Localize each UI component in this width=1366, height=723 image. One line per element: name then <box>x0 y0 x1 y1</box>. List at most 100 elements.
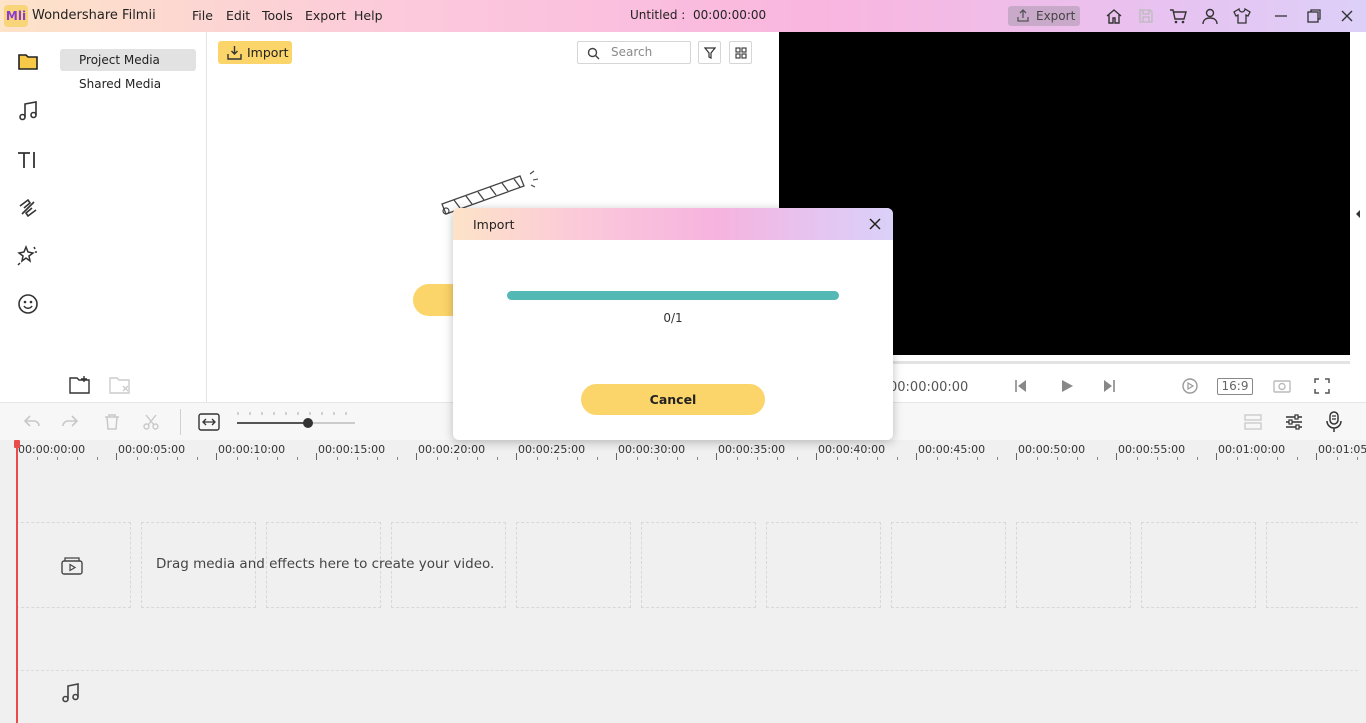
app-name: Wondershare Filmii <box>32 8 156 23</box>
filter-button[interactable] <box>698 41 721 64</box>
dialog-title: Import <box>473 217 515 232</box>
ruler-label: 00:00:00:00 <box>18 443 86 456</box>
restore-icon[interactable] <box>1305 7 1323 25</box>
download-icon <box>227 46 242 60</box>
zoom-slider-fill <box>237 422 308 424</box>
timeline-drop-hint: Drag media and effects here to create yo… <box>156 556 495 572</box>
snapshot-icon[interactable] <box>1273 377 1291 395</box>
search-placeholder: Search <box>611 45 653 59</box>
ruler-minor-tick <box>157 457 158 460</box>
ruler-major-tick <box>316 453 317 460</box>
ruler-minor-tick <box>1277 457 1278 460</box>
delete-folder-icon[interactable] <box>109 375 131 395</box>
track-slot <box>1141 522 1256 608</box>
ruler-minor-tick <box>637 457 638 460</box>
play-icon[interactable] <box>1059 378 1075 394</box>
ruler-minor-tick <box>1157 457 1158 460</box>
dialog-close-icon[interactable] <box>867 216 883 232</box>
transition-icon[interactable] <box>16 196 40 220</box>
track-manager-icon[interactable] <box>1243 412 1263 432</box>
menu-help[interactable]: Help <box>354 8 383 23</box>
import-button[interactable]: Import <box>218 41 292 64</box>
audio-mixer-icon[interactable] <box>1284 412 1304 432</box>
dialog-header: Import <box>453 208 893 240</box>
sticker-icon[interactable] <box>16 292 40 316</box>
aspect-ratio-button[interactable]: 16:9 <box>1217 378 1253 395</box>
search-input[interactable]: Search <box>577 41 691 64</box>
microphone-icon[interactable] <box>1324 411 1344 433</box>
import-media-button-partial[interactable] <box>413 284 453 316</box>
ruler-minor-tick <box>1197 457 1198 460</box>
render-preview-icon[interactable] <box>1181 377 1199 395</box>
upload-icon <box>1017 9 1029 22</box>
delete-icon[interactable] <box>103 413 121 431</box>
menu-file[interactable]: File <box>192 8 213 23</box>
ruler-minor-tick <box>897 457 898 460</box>
left-icon-rail <box>0 32 57 402</box>
ruler-minor-tick <box>1057 457 1058 460</box>
export-button[interactable]: Export <box>1008 6 1080 26</box>
close-icon[interactable] <box>1338 7 1356 25</box>
ruler-minor-tick <box>1097 457 1098 460</box>
audio-track[interactable] <box>16 670 1358 720</box>
menu-edit[interactable]: Edit <box>226 8 250 23</box>
shirt-icon[interactable] <box>1233 7 1251 25</box>
category-project-media[interactable]: Project Media <box>60 49 196 71</box>
menu-export[interactable]: Export <box>305 8 346 23</box>
collapse-panel-strip <box>1350 32 1366 402</box>
folder-icon[interactable] <box>16 50 40 74</box>
home-icon[interactable] <box>1105 7 1123 25</box>
category-shared-media[interactable]: Shared Media <box>60 73 196 95</box>
ruler-major-tick <box>1016 453 1017 460</box>
cart-icon[interactable] <box>1169 7 1187 25</box>
previous-frame-icon[interactable] <box>1013 378 1029 394</box>
video-track-icon <box>61 557 83 575</box>
minimize-icon[interactable] <box>1272 7 1290 25</box>
zoom-slider-handle[interactable] <box>302 418 313 428</box>
ruler-minor-tick <box>1297 457 1298 460</box>
ruler-label: 00:00:25:00 <box>518 443 586 456</box>
cancel-button[interactable]: Cancel <box>581 384 765 415</box>
effects-icon[interactable] <box>16 244 40 268</box>
text-icon[interactable] <box>16 148 40 172</box>
import-dialog: Import 0/1 Cancel <box>453 208 893 440</box>
ruler-minor-tick <box>77 457 78 460</box>
new-folder-icon[interactable] <box>69 375 91 395</box>
ruler-minor-tick <box>377 457 378 460</box>
ruler-major-tick <box>1216 453 1217 460</box>
preview-timecode: 00:00:00:00 <box>889 380 969 395</box>
ruler-minor-tick <box>37 457 38 460</box>
ruler-minor-tick <box>297 457 298 460</box>
track-slot <box>1016 522 1131 608</box>
import-button-label: Import <box>247 45 289 60</box>
account-icon[interactable] <box>1201 7 1219 25</box>
track-slot <box>891 522 1006 608</box>
ruler-major-tick <box>616 453 617 460</box>
playhead-handle[interactable] <box>14 440 20 448</box>
save-icon[interactable] <box>1137 7 1155 25</box>
next-frame-icon[interactable] <box>1101 378 1117 394</box>
ruler-minor-tick <box>1177 457 1178 460</box>
ruler-label: 00:00:10:00 <box>218 443 286 456</box>
grid-view-button[interactable] <box>729 41 752 64</box>
fit-timeline-icon[interactable] <box>198 412 220 432</box>
timeline-ruler[interactable]: 00:00:00:00 00:00:05:00 00:00:10:00 00:00:1… <box>0 440 1366 462</box>
ruler-major-tick <box>416 453 417 460</box>
zoom-slider[interactable] <box>237 418 355 428</box>
undo-icon[interactable] <box>23 413 41 431</box>
ruler-minor-tick <box>337 457 338 460</box>
playhead[interactable] <box>16 440 18 723</box>
scissors-icon[interactable] <box>142 413 160 431</box>
ruler-label: 00:00:35:00 <box>718 443 786 456</box>
import-count: 0/1 <box>663 311 683 325</box>
preview-progress-track[interactable] <box>893 361 1350 364</box>
music-icon[interactable] <box>16 99 40 123</box>
ruler-label: 00:00:50:00 <box>1018 443 1086 456</box>
ruler-major-tick <box>916 453 917 460</box>
import-progress-bar <box>507 291 839 300</box>
redo-icon[interactable] <box>61 413 79 431</box>
fullscreen-icon[interactable] <box>1313 377 1331 395</box>
ruler-label: 00:01:05 <box>1318 443 1366 456</box>
collapse-arrow-icon[interactable] <box>1354 209 1362 219</box>
menu-tools[interactable]: Tools <box>262 8 293 23</box>
